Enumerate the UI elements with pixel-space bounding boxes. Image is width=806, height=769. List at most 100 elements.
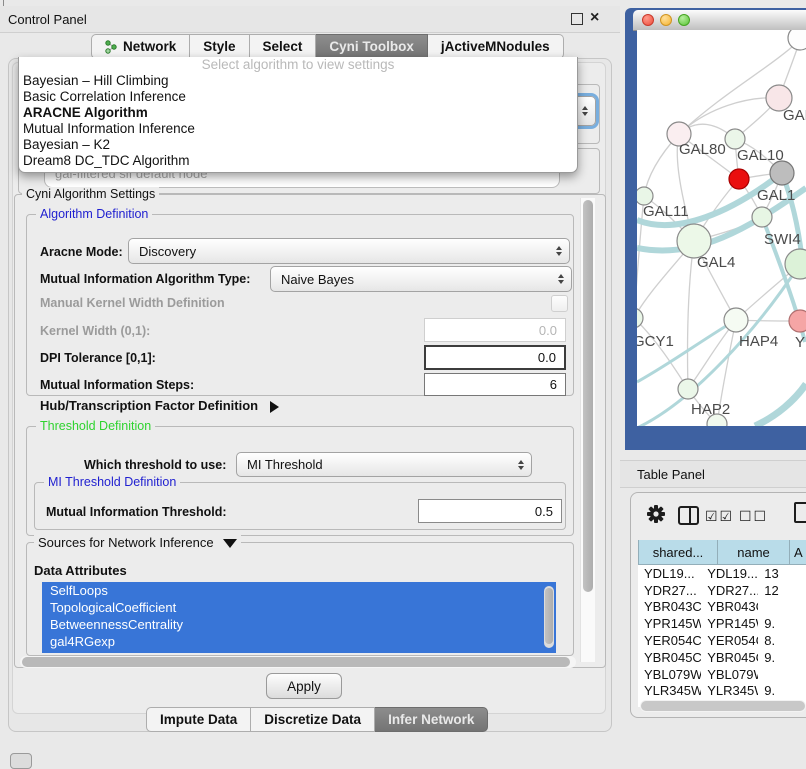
table-cell-name: YER054C: [701, 633, 758, 648]
dropdown-item[interactable]: Dream8 DC_TDC Algorithm: [19, 153, 577, 169]
network-edge[interactable]: [688, 241, 694, 389]
network-node[interactable]: [678, 379, 698, 399]
table-cell-shared-name: YDR27...: [638, 583, 701, 598]
minimize-window-icon[interactable]: [660, 14, 672, 26]
table-settings-gear-icon[interactable]: [646, 504, 666, 529]
tab[interactable]: Network: [91, 34, 190, 59]
network-node[interactable]: [752, 207, 772, 227]
dropdown-item[interactable]: Basic Correlation Inference: [19, 89, 577, 105]
settings-hscroll-thumb[interactable]: [22, 657, 570, 667]
table-row[interactable]: YLR345W YLR345W 9.: [638, 683, 806, 700]
attribute-list-scroll-thumb[interactable]: [545, 588, 553, 644]
network-edge[interactable]: [755, 384, 806, 426]
network-window-titlebar[interactable]: [633, 10, 806, 31]
hub-definition-label: Hub/Transcription Factor Definition: [40, 398, 258, 413]
kernel-width-field[interactable]: 0.0: [424, 318, 566, 342]
network-node[interactable]: [724, 308, 748, 332]
network-canvas[interactable]: GALGAL80GAL10GAL1SWI4GAL11GAL4HAP4YGCY1H…: [637, 30, 806, 426]
tab-label: Infer Network: [388, 712, 474, 727]
table-row[interactable]: YPR145W YPR145W 9.: [638, 615, 806, 632]
network-tab-icon: [105, 40, 118, 54]
show-columns-icon[interactable]: [678, 506, 699, 525]
settings-vscroll-thumb[interactable]: [583, 200, 593, 592]
dropdown-item[interactable]: ARACNE Algorithm: [19, 105, 577, 121]
tab[interactable]: Cyni Toolbox: [316, 34, 428, 59]
attribute-list-scrollbar[interactable]: [544, 586, 554, 648]
zoom-window-icon[interactable]: [678, 14, 690, 26]
network-node[interactable]: [677, 224, 711, 258]
tab[interactable]: jActiveMNodules: [428, 34, 564, 59]
apply-button-label: Apply: [287, 679, 321, 694]
data-attribute-item[interactable]: SelfLoops: [42, 582, 556, 599]
network-node[interactable]: [637, 308, 643, 328]
mi-type-label: Mutual Information Algorithm Type:: [40, 272, 250, 286]
data-attribute-item[interactable]: TopologicalCoefficient: [42, 599, 556, 616]
hub-definition-expander[interactable]: Hub/Transcription Factor Definition: [40, 398, 279, 413]
which-threshold-value: MI Threshold: [247, 457, 323, 472]
table-column-header[interactable]: A: [790, 540, 806, 565]
dropdown-item[interactable]: Mutual Information Inference: [19, 121, 577, 137]
table-row[interactable]: YDL19... YDL19... 13: [638, 565, 806, 582]
table-hscroll-thumb[interactable]: [641, 701, 805, 711]
network-node[interactable]: [729, 169, 749, 189]
table-horizontal-scrollbar[interactable]: [640, 700, 806, 712]
table-row[interactable]: YBR045C YBR045C 9.: [638, 649, 806, 666]
deselect-all-columns-icon[interactable]: ☐☐: [739, 508, 768, 525]
dropdown-item[interactable]: Bayesian – K2: [19, 137, 577, 153]
table-row[interactable]: YER054C YER054C 8.: [638, 632, 806, 649]
tab[interactable]: Style: [190, 34, 249, 59]
table-cell-shared-name: YLR345W: [638, 683, 701, 698]
select-all-columns-icon[interactable]: ☑☑: [705, 508, 734, 525]
sources-group-title[interactable]: Sources for Network Inference: [34, 535, 241, 550]
dropdown-item[interactable]: Bayesian – Hill Climbing: [19, 73, 577, 89]
mi-type-combobox[interactable]: Naive Bayes: [270, 266, 572, 292]
network-node[interactable]: [788, 30, 806, 50]
new-table-icon[interactable]: [794, 502, 806, 523]
table-row[interactable]: YBL079W YBL079W: [638, 666, 806, 683]
network-graph[interactable]: GALGAL80GAL10GAL1SWI4GAL11GAL4HAP4YGCY1H…: [637, 30, 806, 426]
data-attributes-label: Data Attributes: [34, 563, 127, 578]
which-threshold-combobox[interactable]: MI Threshold: [236, 452, 532, 477]
network-edge[interactable]: [679, 98, 779, 134]
data-attributes-list[interactable]: SelfLoops TopologicalCoefficient Between…: [42, 582, 556, 653]
table-row[interactable]: YBR043C YBR043C: [638, 599, 806, 616]
manual-kernel-checkbox[interactable]: [551, 295, 568, 312]
data-attribute-item[interactable]: BetweennessCentrality: [42, 616, 556, 633]
mi-threshold-field[interactable]: 0.5: [418, 499, 562, 523]
mi-steps-field[interactable]: 6: [424, 373, 566, 396]
network-node[interactable]: [725, 129, 745, 149]
table-column-header[interactable]: shared...: [638, 540, 718, 565]
aracne-mode-label: Aracne Mode:: [40, 245, 123, 259]
tab[interactable]: Select: [250, 34, 317, 59]
cyni-bottom-tabs: Impute Data Discretize Data Infer Networ…: [146, 707, 488, 732]
table-cell-shared-name: YPR145W: [638, 616, 701, 631]
close-window-icon[interactable]: [642, 14, 654, 26]
minimized-panel-icon[interactable]: [10, 753, 32, 769]
network-node-label: GAL1: [757, 187, 795, 204]
network-node[interactable]: [789, 310, 806, 332]
mi-steps-value: 6: [550, 377, 557, 392]
control-panel-titlebar: Control Panel ×: [0, 6, 620, 33]
settings-vertical-scrollbar[interactable]: [580, 198, 595, 662]
apply-button[interactable]: Apply: [266, 673, 342, 699]
tab[interactable]: Infer Network: [375, 707, 488, 732]
sources-title-text: Sources for Network Inference: [38, 535, 214, 550]
tab[interactable]: Impute Data: [146, 707, 251, 732]
network-node[interactable]: [770, 161, 794, 185]
table-cell-name: YLR345W: [701, 683, 758, 698]
table-cell-value: 12: [758, 583, 806, 598]
aracne-mode-combobox[interactable]: Discovery: [128, 238, 570, 264]
tab[interactable]: Discretize Data: [251, 707, 375, 732]
collapse-down-icon: [223, 539, 237, 548]
table-row[interactable]: YDR27... YDR27... 12: [638, 582, 806, 599]
table-column-header[interactable]: name: [718, 540, 790, 565]
network-node-label: GCY1: [637, 333, 674, 350]
network-edge[interactable]: [637, 320, 736, 382]
network-node-label: GAL4: [697, 254, 735, 271]
table-cell-value: 9.: [758, 683, 806, 698]
settings-horizontal-scrollbar[interactable]: [20, 656, 576, 668]
float-panel-icon[interactable]: [571, 13, 583, 25]
close-panel-icon[interactable]: ×: [590, 7, 599, 29]
dpi-tolerance-field[interactable]: 0.0: [424, 345, 566, 370]
data-attribute-item[interactable]: gal4RGexp: [42, 633, 556, 650]
